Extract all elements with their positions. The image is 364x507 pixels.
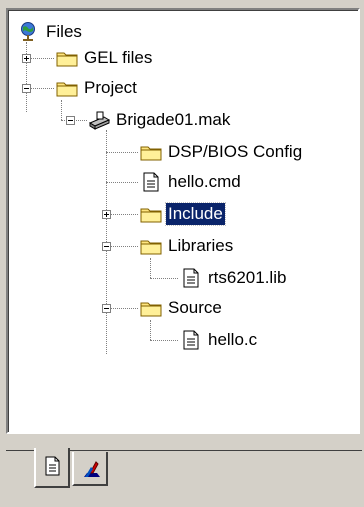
document-icon xyxy=(140,171,162,193)
tree-item-hello-cmd[interactable]: hello.cmd xyxy=(140,168,243,196)
file-tree-content: Files GEL files Project Brigade01.mak DS… xyxy=(18,18,358,432)
tree-item-label: Project xyxy=(84,78,137,97)
tree-item-project[interactable]: Project xyxy=(56,74,139,102)
folder-icon xyxy=(56,47,78,69)
collapse-project-toggle[interactable] xyxy=(22,84,31,93)
tree-item-hello-c[interactable]: hello.c xyxy=(180,326,259,354)
folder-icon xyxy=(140,297,162,319)
tree-item-label: hello.c xyxy=(208,330,258,349)
tree-item-rts6201-lib[interactable]: rts6201.lib xyxy=(180,264,288,292)
tree-connector xyxy=(106,152,138,153)
tree-item-dsp-bios-config[interactable]: DSP/BIOS Config xyxy=(140,138,304,166)
tree-item-label: rts6201.lib xyxy=(208,268,287,287)
tree-item-label: Brigade01.mak xyxy=(116,110,231,129)
tree-connector xyxy=(150,258,151,278)
tree-item-label: hello.cmd xyxy=(168,172,241,191)
folder-icon xyxy=(140,235,162,257)
collapse-brigade-toggle[interactable] xyxy=(66,116,75,125)
tree-item-gel-files[interactable]: GEL files xyxy=(56,44,154,72)
tree-item-brigade01-mak[interactable]: Brigade01.mak xyxy=(88,106,232,134)
tree-item-label: Include xyxy=(165,202,226,226)
tree-item-label: Files xyxy=(46,22,82,41)
collapse-libraries-toggle[interactable] xyxy=(102,242,111,251)
document-icon xyxy=(180,267,202,289)
tree-item-libraries[interactable]: Libraries xyxy=(140,232,235,260)
tree-item-label: DSP/BIOS Config xyxy=(168,142,303,161)
tree-item-label: Libraries xyxy=(168,236,234,255)
file-tree[interactable]: Files GEL files Project Brigade01.mak DS… xyxy=(6,8,360,434)
tree-connector xyxy=(150,320,151,340)
tree-connector xyxy=(150,340,178,341)
tree-connector xyxy=(61,100,62,120)
expand-include-toggle[interactable] xyxy=(102,210,111,219)
files-globe-icon xyxy=(18,21,40,43)
tab-file-view[interactable] xyxy=(34,448,70,488)
folder-icon xyxy=(140,141,162,163)
tab-bookmark-view[interactable] xyxy=(72,452,108,486)
tree-connector xyxy=(106,182,138,183)
tree-connector xyxy=(26,42,27,112)
folder-icon xyxy=(56,77,78,99)
tree-item-source[interactable]: Source xyxy=(140,294,224,322)
expand-gel-files-toggle[interactable] xyxy=(22,54,31,63)
tree-item-files[interactable]: Files xyxy=(18,18,84,46)
project-view-panel: Files GEL files Project Brigade01.mak DS… xyxy=(0,0,364,507)
folder-icon xyxy=(140,203,162,225)
tree-item-label: GEL files xyxy=(84,48,153,67)
view-tabs xyxy=(8,448,362,492)
tree-item-label: Source xyxy=(168,298,222,317)
tree-connector xyxy=(150,278,178,279)
collapse-source-toggle[interactable] xyxy=(102,304,111,313)
document-icon xyxy=(180,329,202,351)
project-file-icon xyxy=(88,109,111,131)
tree-item-include[interactable]: Include xyxy=(140,200,226,228)
